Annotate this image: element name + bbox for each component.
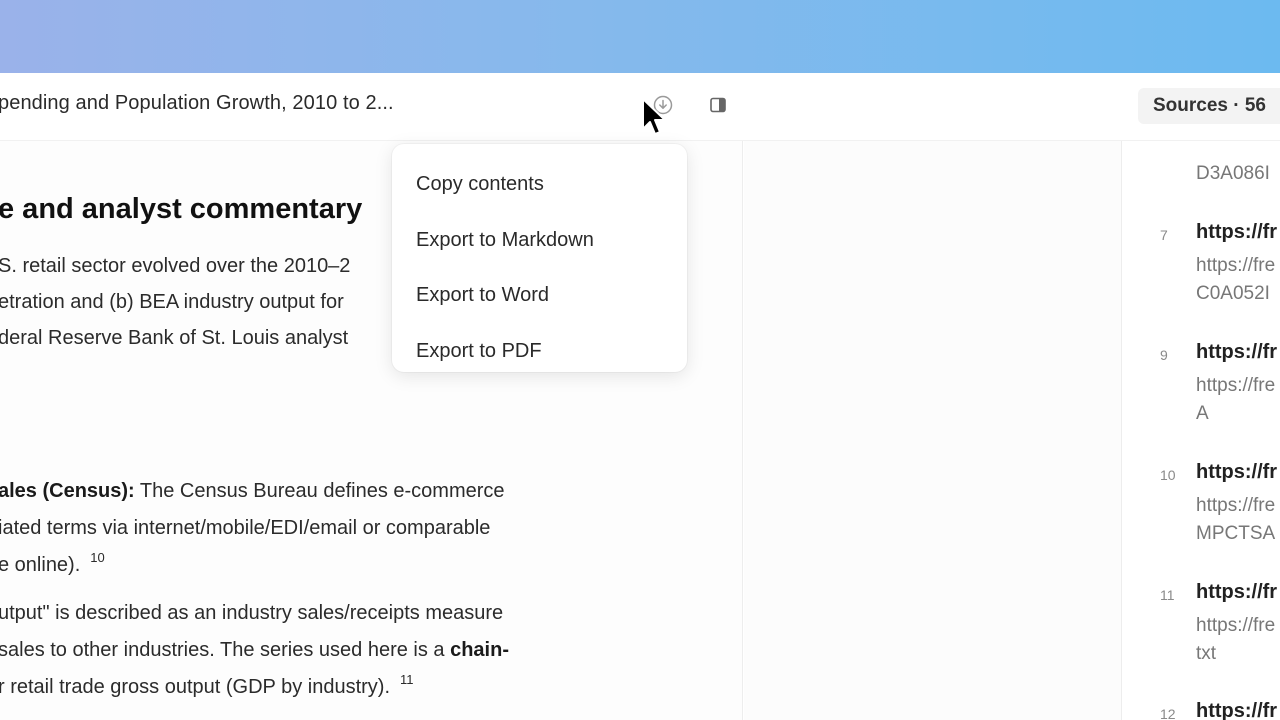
source-url-line: MPCTSA xyxy=(1196,523,1276,544)
definition-2-line-1: utput" is described as an industry sales… xyxy=(0,602,504,624)
sources-panel: D3A086I 7 https://fr https://fre C0A052I… xyxy=(1122,141,1280,720)
definition-1-line-3: e online). 10 xyxy=(0,550,105,576)
download-circle-icon xyxy=(653,95,673,115)
intro-line-2: etration and (b) BEA industry output for xyxy=(0,291,344,313)
source-url-line: A xyxy=(1196,403,1209,424)
source-title[interactable]: https://fr xyxy=(1196,700,1277,720)
source-title[interactable]: https://fr xyxy=(1196,341,1277,364)
definition-1-line-1: ales (Census): The Census Bureau defines… xyxy=(0,480,505,502)
menu-item-export-pdf[interactable]: Export to PDF xyxy=(392,324,687,380)
source-number: 9 xyxy=(1160,347,1168,363)
intro-line-1: S. retail sector evolved over the 2010–2 xyxy=(0,255,351,277)
download-button[interactable] xyxy=(648,91,678,119)
document-header: pending and Population Growth, 2010 to 2… xyxy=(0,73,1280,141)
menu-item-export-word[interactable]: Export to Word xyxy=(392,268,687,324)
source-url-line: https://fre xyxy=(1196,495,1276,516)
citation-ref-10[interactable]: 10 xyxy=(90,550,104,565)
definition-2-line-3: r retail trade gross output (GDP by indu… xyxy=(0,672,414,698)
menu-item-copy-contents[interactable]: Copy contents xyxy=(392,157,687,213)
source-url-line: D3A086I xyxy=(1196,163,1270,184)
source-title[interactable]: https://fr xyxy=(1196,221,1277,244)
sources-tab-label: Sources · 56 xyxy=(1153,95,1266,116)
middle-panel xyxy=(744,141,1122,720)
definition-1-line-2: iated terms via internet/mobile/EDI/emai… xyxy=(0,517,491,539)
source-number: 11 xyxy=(1160,587,1175,603)
section-heading: e and analyst commentary xyxy=(0,193,363,225)
toggle-panel-button[interactable] xyxy=(703,91,733,119)
document-title: pending and Population Growth, 2010 to 2… xyxy=(0,92,394,114)
source-title[interactable]: https://fr xyxy=(1196,581,1277,604)
source-url-line: txt xyxy=(1196,643,1217,664)
intro-line-3: deral Reserve Bank of St. Louis analyst xyxy=(0,327,349,349)
sources-tab[interactable]: Sources · 56 xyxy=(1138,88,1280,124)
definition-2-line-2: sales to other industries. The series us… xyxy=(0,639,509,661)
source-title[interactable]: https://fr xyxy=(1196,461,1277,484)
definition-1-term: ales (Census): xyxy=(0,480,135,502)
sidebar-panel-icon xyxy=(710,97,726,113)
source-number: 12 xyxy=(1160,706,1176,720)
source-url-line: https://fre xyxy=(1196,615,1276,636)
source-url-line: https://fre xyxy=(1196,375,1276,396)
source-url-line: C0A052I xyxy=(1196,283,1270,304)
source-url-line: https://fre xyxy=(1196,255,1276,276)
window-top-gradient xyxy=(0,0,1280,73)
citation-ref-11[interactable]: 11 xyxy=(400,672,414,687)
export-dropdown-menu: Copy contents Export to Markdown Export … xyxy=(392,144,687,372)
source-number: 7 xyxy=(1160,227,1168,243)
source-number: 10 xyxy=(1160,467,1176,483)
menu-item-export-markdown[interactable]: Export to Markdown xyxy=(392,213,687,269)
